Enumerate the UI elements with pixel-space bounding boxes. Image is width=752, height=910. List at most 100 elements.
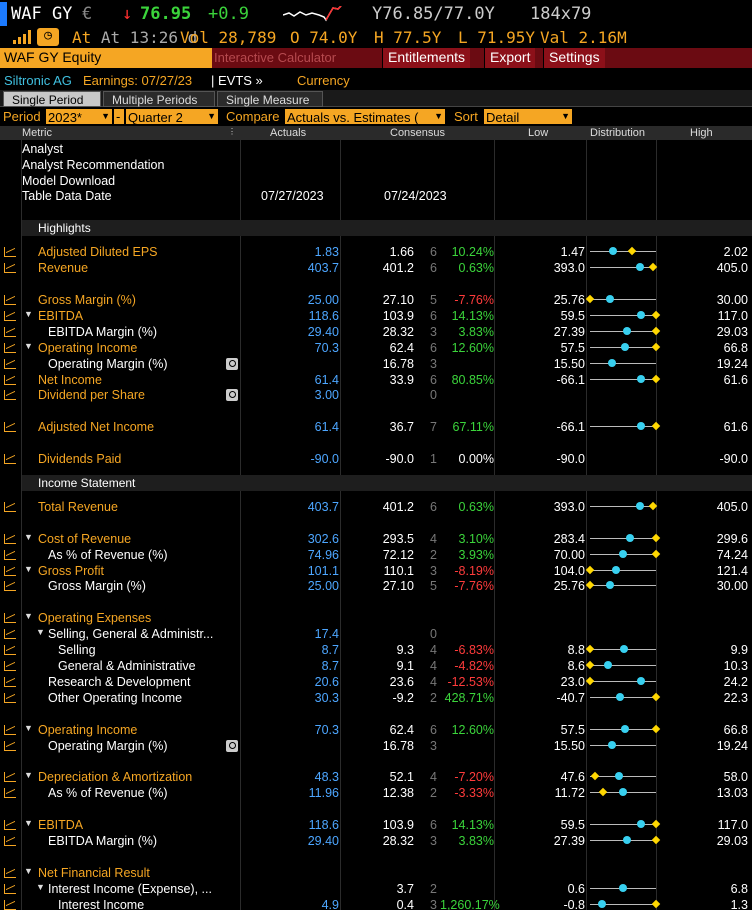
chart-icon[interactable] [4, 884, 16, 894]
interactive-calculator-button[interactable]: Interactive Calculator [214, 50, 336, 65]
chart-icon[interactable] [4, 359, 16, 369]
chart-icon[interactable] [4, 788, 16, 798]
table-row[interactable]: As % of Revenue (%) 11.96 12.38 2 -3.33% 11.7… [0, 785, 752, 801]
chart-icon[interactable] [4, 741, 16, 751]
metric-name[interactable]: Total Revenue [38, 500, 118, 514]
metric-name[interactable]: Gross Margin (%) [48, 579, 146, 593]
metric-name[interactable]: Selling, General & Administr... [48, 627, 213, 641]
metric-name[interactable]: Interest Income (Expense), ... [48, 882, 212, 896]
chart-icon[interactable] [4, 900, 16, 910]
metric-name[interactable]: Adjusted Diluted EPS [38, 245, 158, 259]
table-row[interactable]: ▼ EBITDA 118.6 103.9 6 14.13% 59.5 117.0 [0, 817, 752, 833]
metric-name[interactable]: Interest Income [58, 898, 144, 910]
table-row[interactable]: Operating Margin (%) 16.78 3 15.50 19.24 [0, 738, 752, 754]
metric-name[interactable]: Other Operating Income [48, 691, 182, 705]
metric-name[interactable]: Research & Development [48, 675, 190, 689]
chart-icon[interactable] [4, 836, 16, 846]
table-row[interactable]: Research & Development 20.6 23.6 4 -12.53% 23… [0, 674, 752, 690]
metric-name[interactable]: Dividends Paid [38, 452, 121, 466]
chart-icon[interactable] [4, 613, 16, 623]
expand-triangle-icon[interactable]: ▼ [36, 882, 45, 892]
magnifier-icon[interactable] [226, 358, 238, 370]
tab-multiple-periods[interactable]: Multiple Periods [103, 91, 215, 107]
compare-dropdown[interactable]: Actuals vs. Estimates (▼ [285, 109, 445, 124]
metric-name[interactable]: EBITDA [38, 309, 83, 323]
metric-name[interactable]: Operating Income [38, 723, 137, 737]
metric-name[interactable]: EBITDA [38, 818, 83, 832]
chart-icon[interactable] [4, 645, 16, 655]
table-row[interactable]: ▼ Operating Income 70.3 62.4 6 12.60% 57.5 66.8 [0, 340, 752, 356]
expand-triangle-icon[interactable]: ▼ [24, 611, 33, 621]
security-title[interactable]: WAF GY Equity [0, 48, 212, 68]
table-row[interactable]: Dividend per Share 3.00 0 [0, 387, 752, 403]
chart-icon[interactable] [4, 661, 16, 671]
col-consensus[interactable]: Consensus [390, 127, 445, 139]
col-metric[interactable]: Metric [22, 127, 52, 139]
chart-icon[interactable] [4, 390, 16, 400]
chart-icon[interactable] [4, 820, 16, 830]
col-distribution[interactable]: Distribution [590, 127, 645, 139]
table-row[interactable]: ▼ Depreciation & Amortization 48.3 52.1 4 -7.… [0, 769, 752, 785]
table-row[interactable]: ▼ Gross Profit 101.1 110.1 3 -8.19% 104.0 121.4 [0, 563, 752, 579]
metric-name[interactable]: Operating Income [38, 341, 137, 355]
table-row[interactable]: ▼ EBITDA 118.6 103.9 6 14.13% 59.5 117.0 [0, 308, 752, 324]
chart-icon[interactable] [4, 311, 16, 321]
table-row[interactable]: Dividends Paid -90.0 -90.0 1 0.00% -90.0 -90.0 [0, 451, 752, 467]
metric-name[interactable]: Net Income [38, 373, 102, 387]
header-row-label[interactable]: Analyst Recommendation [22, 158, 164, 172]
expand-triangle-icon[interactable]: ▼ [24, 818, 33, 828]
expand-triangle-icon[interactable]: ▼ [24, 866, 33, 876]
tab-single-period[interactable]: Single Period [3, 91, 101, 107]
metric-name[interactable]: Dividend per Share [38, 388, 145, 402]
chart-icon[interactable] [4, 422, 16, 432]
metric-name[interactable]: Gross Margin (%) [38, 293, 136, 307]
evts-link[interactable]: | EVTS » [211, 73, 263, 88]
table-row[interactable]: EBITDA Margin (%) 29.40 28.32 3 3.83% 27.39 29… [0, 833, 752, 849]
table-row[interactable]: Other Operating Income 30.3 -9.2 2 428.71% -4… [0, 690, 752, 706]
table-row[interactable]: ▼ Net Financial Result [0, 865, 752, 881]
table-row[interactable]: EBITDA Margin (%) 29.40 28.32 3 3.83% 27.39 29… [0, 324, 752, 340]
chart-icon[interactable] [4, 677, 16, 687]
magnifier-icon[interactable] [226, 740, 238, 752]
chart-icon[interactable] [4, 629, 16, 639]
quarter-dropdown[interactable]: Quarter 2 ▼ [126, 109, 218, 125]
chart-icon[interactable] [4, 263, 16, 273]
table-row[interactable]: ▼ Selling, General & Administr... 17.4 0 [0, 626, 752, 642]
ticker-symbol[interactable]: WAF GY [11, 4, 72, 24]
table-row[interactable]: Revenue 403.7 401.2 6 0.63% 393.0 405.0 [0, 260, 752, 276]
chart-icon[interactable] [4, 454, 16, 464]
expand-triangle-icon[interactable]: ▼ [24, 341, 33, 351]
metric-name[interactable]: Adjusted Net Income [38, 420, 154, 434]
tab-single-measure[interactable]: Single Measure [217, 91, 323, 107]
metric-name[interactable]: Depreciation & Amortization [38, 770, 192, 784]
table-row[interactable]: Gross Margin (%) 25.00 27.10 5 -7.76% 25.76 30… [0, 578, 752, 594]
chart-icon[interactable] [4, 725, 16, 735]
col-actuals[interactable]: Actuals [270, 127, 306, 139]
chart-icon[interactable] [4, 566, 16, 576]
metric-name[interactable]: As % of Revenue (%) [48, 548, 168, 562]
table-row[interactable]: Selling 8.7 9.3 4 -6.83% 8.8 9.9 [0, 642, 752, 658]
table-row[interactable]: Interest Income 4.9 0.4 3 1,260.17% -0.8 1.3 [0, 897, 752, 910]
expand-triangle-icon[interactable]: ▼ [24, 770, 33, 780]
table-row[interactable]: Total Revenue 403.7 401.2 6 0.63% 393.0 405.0 [0, 499, 752, 515]
chart-icon[interactable] [4, 693, 16, 703]
expand-triangle-icon[interactable]: ▼ [24, 564, 33, 574]
chart-icon[interactable] [4, 327, 16, 337]
chart-icon[interactable] [4, 868, 16, 878]
chart-icon[interactable] [4, 295, 16, 305]
period-dropdown[interactable]: 2023* ▼ [46, 109, 112, 125]
chart-icon[interactable] [4, 343, 16, 353]
table-row[interactable]: Gross Margin (%) 25.00 27.10 5 -7.76% 25.76 30… [0, 292, 752, 308]
expand-triangle-icon[interactable]: ▼ [24, 309, 33, 319]
metric-name[interactable]: Operating Margin (%) [48, 739, 168, 753]
chart-icon[interactable] [4, 534, 16, 544]
metric-name[interactable]: Gross Profit [38, 564, 104, 578]
chart-icon[interactable] [4, 772, 16, 782]
metric-name[interactable]: Selling [58, 643, 96, 657]
metric-name[interactable]: EBITDA Margin (%) [48, 325, 157, 339]
col-low[interactable]: Low [528, 127, 548, 139]
export-button[interactable]: Export [484, 48, 536, 68]
metric-name[interactable]: Cost of Revenue [38, 532, 131, 546]
header-row-label[interactable]: Analyst [22, 142, 63, 156]
expand-triangle-icon[interactable]: ▼ [24, 532, 33, 542]
